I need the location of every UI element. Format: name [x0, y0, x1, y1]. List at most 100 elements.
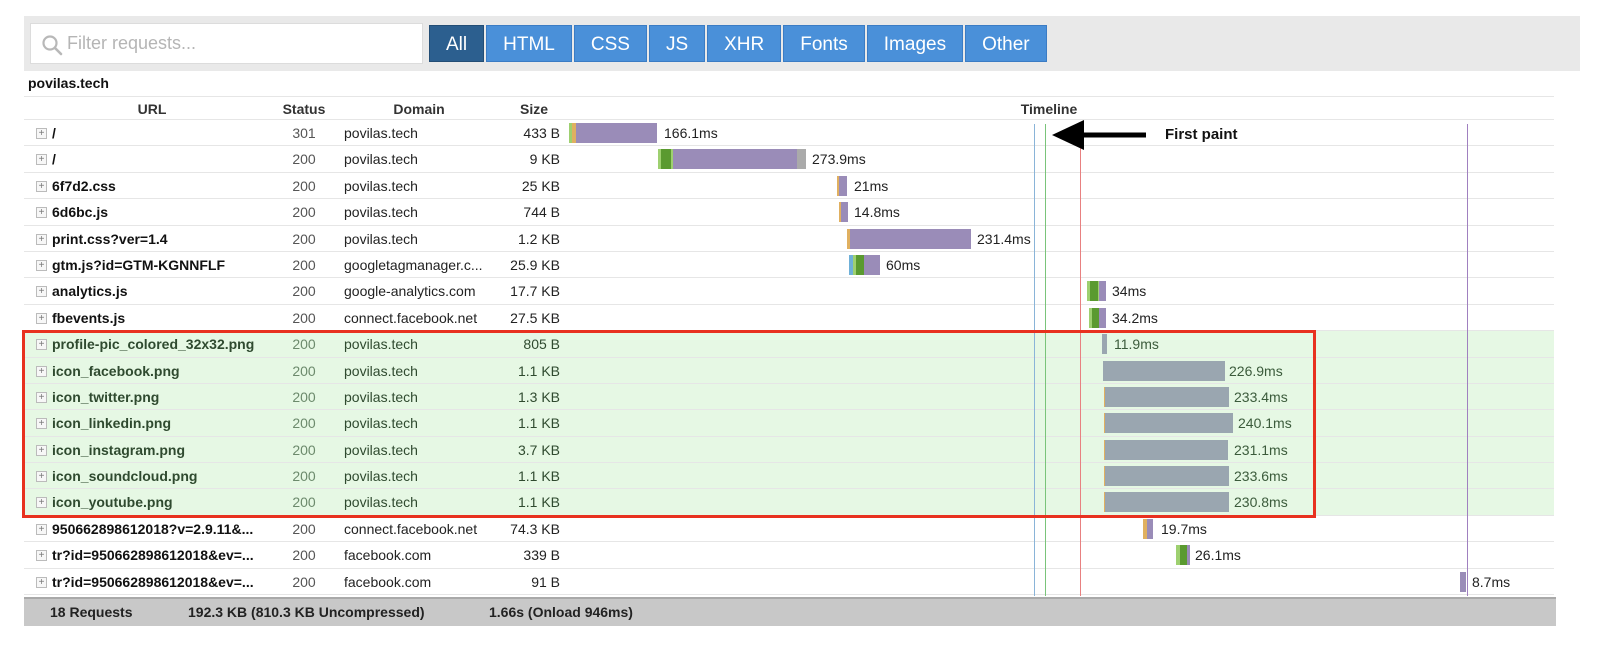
- tab-css[interactable]: CSS: [573, 25, 647, 62]
- waterfall-segment: [1105, 439, 1228, 460]
- table-row[interactable]: + / 301 povilas.tech 433 B 166.1ms: [24, 120, 1554, 147]
- request-size: 1.3 KB: [517, 388, 560, 405]
- waterfall-segment: [1147, 518, 1153, 539]
- request-duration: 240.1ms: [1238, 415, 1292, 432]
- load-time: 1.66s (Onload 946ms): [489, 604, 633, 620]
- request-duration: 11.9ms: [1114, 336, 1159, 353]
- waterfall-segment: [1102, 334, 1107, 355]
- request-size: 744 B: [523, 204, 560, 221]
- request-duration: 166.1ms: [664, 125, 718, 141]
- expand-icon[interactable]: +: [36, 312, 47, 324]
- table-row[interactable]: + analytics.js 200 google-analytics.com 17.7…: [24, 278, 1554, 305]
- expand-icon[interactable]: +: [36, 576, 47, 588]
- expand-icon[interactable]: +: [36, 497, 47, 509]
- table-row[interactable]: + fbevents.js 200 connect.facebook.net 27.5 …: [24, 305, 1554, 332]
- table-row[interactable]: + icon_facebook.png 200 povilas.tech 1.1 KB 2…: [24, 357, 1554, 384]
- table-row[interactable]: + tr?id=950662898612018&ev=... 200 facebook…: [24, 569, 1554, 596]
- table-row[interactable]: + icon_twitter.png 200 povilas.tech 1.3 KB 23…: [24, 383, 1554, 411]
- waterfall-segment: [850, 228, 971, 249]
- tab-images[interactable]: Images: [866, 25, 964, 62]
- tab-all[interactable]: All: [429, 25, 485, 62]
- request-url: icon_facebook.png: [52, 362, 180, 379]
- waterfall-segment: [1103, 360, 1225, 381]
- request-domain: connect.facebook.net: [344, 309, 478, 326]
- table-row[interactable]: +6f7d2.css 200 povilas.tech 25 KB 21ms: [24, 173, 1554, 200]
- table-row[interactable]: + / 200 povilas.tech 9 KB 273.9ms: [24, 146, 1554, 173]
- request-domain: povilas.tech: [344, 125, 418, 141]
- tab-js[interactable]: JS: [648, 25, 706, 62]
- filter-box[interactable]: [30, 23, 423, 64]
- waterfall-segment: [661, 149, 671, 170]
- column-header-status[interactable]: Status: [279, 97, 329, 121]
- request-domain: povilas.tech: [344, 441, 418, 458]
- table-row[interactable]: +6d6bc.js 200 povilas.tech 744 B 14.8ms: [24, 199, 1554, 226]
- table-row[interactable]: + icon_linkedin.png 200 povilas.tech 1.1 KB 2…: [24, 410, 1554, 437]
- expand-icon[interactable]: +: [36, 128, 47, 139]
- expand-icon[interactable]: +: [36, 418, 47, 430]
- request-table: URL Status Domain Size Timeline + / 301 pov…: [24, 96, 1554, 596]
- expand-icon[interactable]: +: [36, 550, 47, 562]
- expand-icon[interactable]: +: [36, 154, 47, 166]
- request-size: 91 B: [531, 573, 560, 590]
- waterfall-segment: [1099, 307, 1106, 328]
- request-url: fbevents.js: [52, 309, 126, 326]
- table-row[interactable]: + print.css?ver=1.4 200 povilas.tech 1.2 KB 2…: [24, 226, 1554, 252]
- waterfall-segment: [673, 149, 797, 170]
- table-header: URL Status Domain Size Timeline: [24, 96, 1554, 120]
- request-url: gtm.js?id=GTM-KGNNFLF: [52, 256, 226, 273]
- waterfall-segment: [841, 202, 848, 223]
- request-status: 200: [292, 415, 316, 432]
- expand-icon[interactable]: +: [36, 233, 47, 245]
- first-paint-line: [1045, 124, 1046, 596]
- request-status: 200: [292, 441, 316, 458]
- request-domain: povilas.tech: [344, 468, 418, 485]
- first-paint-label: First paint: [1165, 126, 1238, 143]
- request-status: 200: [292, 468, 316, 485]
- request-domain: googletagmanager.c...: [344, 256, 483, 273]
- waterfall-segment: [1099, 281, 1106, 302]
- filter-input[interactable]: [67, 24, 417, 63]
- tab-other[interactable]: Other: [965, 25, 1047, 62]
- expand-icon[interactable]: +: [36, 180, 47, 192]
- first-paint-annotation: First paint: [1050, 118, 1290, 152]
- expand-icon[interactable]: +: [36, 444, 47, 456]
- expand-icon[interactable]: +: [36, 286, 47, 298]
- request-url: /: [52, 151, 56, 168]
- table-row[interactable]: + tr?id=950662898612018&ev=... 200 facebook…: [24, 542, 1554, 569]
- toolbar: All HTML CSS JS XHR Fonts Images Other: [24, 16, 1580, 71]
- tab-fonts[interactable]: Fonts: [783, 25, 865, 62]
- expand-icon[interactable]: +: [36, 259, 47, 271]
- request-url: tr?id=950662898612018&ev=...: [52, 573, 254, 590]
- waterfall-segment: [797, 149, 806, 170]
- request-url: tr?id=950662898612018&ev=...: [52, 547, 254, 564]
- table-row[interactable]: +950662898612018?v=2.9.11&... 200 connect.…: [24, 516, 1554, 543]
- tab-html[interactable]: HTML: [486, 25, 572, 62]
- request-duration: 34.2ms: [1112, 309, 1158, 326]
- request-duration: 19.7ms: [1161, 520, 1207, 537]
- request-domain: povilas.tech: [344, 494, 418, 511]
- tab-xhr[interactable]: XHR: [707, 25, 782, 62]
- table-row[interactable]: + icon_instagram.png 200 povilas.tech 3.7 KB…: [24, 436, 1554, 464]
- request-domain: povilas.tech: [344, 415, 418, 432]
- request-duration: 226.9ms: [1229, 362, 1283, 379]
- column-header-domain[interactable]: Domain: [344, 97, 494, 121]
- request-duration: 233.4ms: [1234, 388, 1288, 405]
- table-row[interactable]: + gtm.js?id=GTM-KGNNFLF 200 googletagmanage…: [24, 252, 1554, 279]
- column-header-size[interactable]: Size: [504, 97, 564, 121]
- expand-icon[interactable]: +: [36, 365, 47, 377]
- table-row[interactable]: + icon_soundcloud.png 200 povilas.tech 1.1 K…: [24, 463, 1554, 490]
- expand-icon[interactable]: +: [36, 207, 47, 219]
- table-row[interactable]: + profile-pic_colored_32x32.png 200 povilas…: [24, 331, 1554, 358]
- request-status: 200: [292, 520, 316, 537]
- expand-icon[interactable]: +: [36, 339, 47, 351]
- expand-icon[interactable]: +: [36, 523, 47, 535]
- total-size: 192.3 KB (810.3 KB Uncompressed): [188, 604, 425, 620]
- table-row[interactable]: + icon_youtube.png 200 povilas.tech 1.1 KB 23…: [24, 489, 1554, 516]
- expand-icon[interactable]: +: [36, 391, 47, 403]
- column-header-url[interactable]: URL: [52, 97, 252, 121]
- search-icon: [42, 35, 63, 56]
- request-url: analytics.js: [52, 283, 128, 300]
- expand-icon[interactable]: +: [36, 471, 47, 483]
- request-size: 25 KB: [521, 177, 560, 194]
- request-status: 200: [292, 362, 316, 379]
